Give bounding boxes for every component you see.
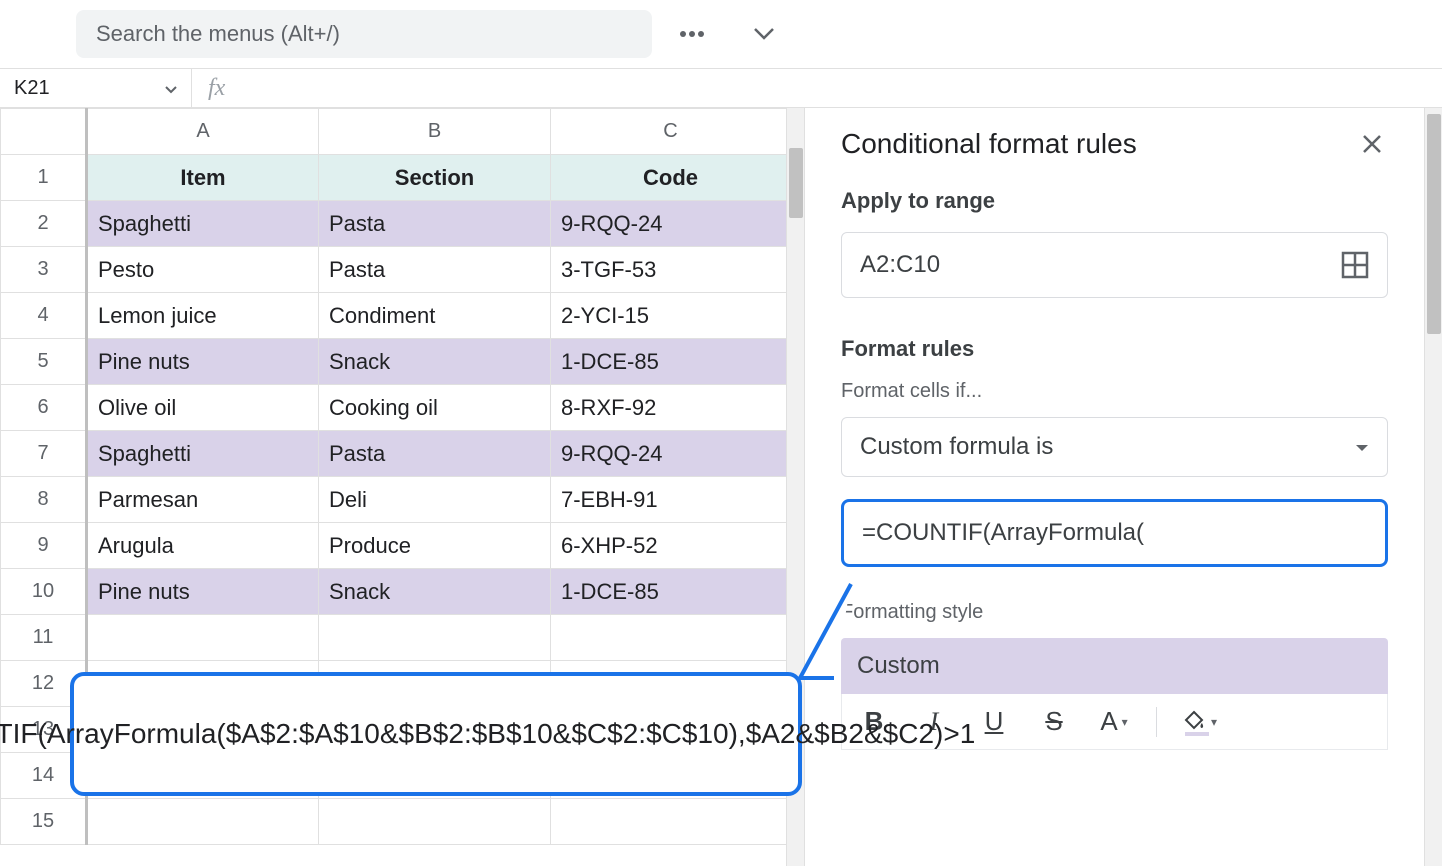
sidebar-title: Conditional format rules — [841, 128, 1137, 160]
formula-text: =COUNTIF(ArrayFormula( — [862, 519, 1144, 547]
cell[interactable]: 2-YCI-15 — [551, 293, 791, 339]
dropdown-caret-icon — [1355, 433, 1369, 461]
cell[interactable]: Spaghetti — [87, 201, 319, 247]
cell[interactable] — [551, 799, 791, 845]
cell[interactable]: Parmesan — [87, 477, 319, 523]
more-icon[interactable] — [668, 10, 716, 58]
name-box[interactable]: K21 — [0, 69, 192, 107]
name-box-chevron-icon[interactable] — [165, 77, 177, 100]
style-preview[interactable]: Custom — [841, 638, 1388, 694]
toolbar-separator — [1156, 707, 1157, 737]
cell[interactable]: 9-RQQ-24 — [551, 201, 791, 247]
select-all-corner[interactable] — [1, 109, 87, 155]
column-header-A[interactable]: A — [87, 109, 319, 155]
cell[interactable]: 1-DCE-85 — [551, 569, 791, 615]
cell[interactable] — [319, 615, 551, 661]
row-header[interactable]: 9 — [1, 523, 87, 569]
callout-pointer — [796, 582, 856, 692]
cell[interactable]: 8-RXF-92 — [551, 385, 791, 431]
cell[interactable]: Condiment — [319, 293, 551, 339]
row-header[interactable]: 5 — [1, 339, 87, 385]
column-header-B[interactable]: B — [319, 109, 551, 155]
formatting-style-label: Formatting style — [841, 601, 1388, 624]
cell[interactable] — [319, 799, 551, 845]
format-rules-label: Format rules — [841, 336, 1388, 362]
text-color-button[interactable]: A▾ — [1096, 704, 1132, 740]
custom-formula-input[interactable]: =COUNTIF(ArrayFormula( — [841, 499, 1388, 567]
cell[interactable]: Pesto — [87, 247, 319, 293]
row-header[interactable]: 7 — [1, 431, 87, 477]
row-header[interactable]: 15 — [1, 799, 87, 845]
cell[interactable]: 9-RQQ-24 — [551, 431, 791, 477]
cell[interactable]: Pasta — [319, 431, 551, 477]
row-header[interactable]: 6 — [1, 385, 87, 431]
row-header[interactable]: 3 — [1, 247, 87, 293]
cell[interactable]: 7-EBH-91 — [551, 477, 791, 523]
cell[interactable]: Olive oil — [87, 385, 319, 431]
menu-search-input[interactable]: Search the menus (Alt+/) — [76, 10, 652, 58]
cell[interactable]: Pasta — [319, 201, 551, 247]
row-header[interactable]: 1 — [1, 155, 87, 201]
cell[interactable]: Produce — [319, 523, 551, 569]
formula-input[interactable] — [241, 69, 1442, 107]
cell[interactable]: Pine nuts — [87, 339, 319, 385]
formula-callout: =COUNTIF(ArrayFormula($A$2:$A$10&$B$2:$B… — [70, 672, 802, 796]
cell[interactable]: Snack — [319, 339, 551, 385]
row-header[interactable]: 8 — [1, 477, 87, 523]
format-cells-if-label: Format cells if... — [841, 380, 1388, 403]
cell[interactable]: Item — [87, 155, 319, 201]
cell[interactable]: Spaghetti — [87, 431, 319, 477]
row-header[interactable]: 11 — [1, 615, 87, 661]
range-value: A2:C10 — [860, 251, 940, 279]
cell[interactable]: Snack — [319, 569, 551, 615]
range-input[interactable]: A2:C10 — [841, 232, 1388, 298]
close-icon[interactable] — [1356, 128, 1388, 160]
cell[interactable]: 3-TGF-53 — [551, 247, 791, 293]
cell[interactable] — [87, 615, 319, 661]
row-header[interactable]: 2 — [1, 201, 87, 247]
row-header[interactable]: 10 — [1, 569, 87, 615]
cell[interactable]: Section — [319, 155, 551, 201]
top-toolbar: Search the menus (Alt+/) — [0, 0, 1442, 68]
condition-value: Custom formula is — [860, 433, 1053, 461]
row-header[interactable]: 4 — [1, 293, 87, 339]
fill-color-button[interactable]: ▾ — [1181, 704, 1217, 740]
callout-text: =COUNTIF(ArrayFormula($A$2:$A$10&$B$2:$B… — [0, 714, 975, 755]
apply-to-range-label: Apply to range — [841, 188, 1388, 214]
cell[interactable] — [551, 615, 791, 661]
strikethrough-button[interactable]: S — [1036, 704, 1072, 740]
cell[interactable]: Pine nuts — [87, 569, 319, 615]
cell[interactable]: Pasta — [319, 247, 551, 293]
underline-button[interactable]: U — [976, 704, 1012, 740]
sidebar-scrollbar[interactable] — [1424, 108, 1442, 866]
cell[interactable] — [87, 799, 319, 845]
chevron-down-icon[interactable] — [740, 10, 788, 58]
style-preview-text: Custom — [857, 652, 940, 680]
select-range-icon[interactable] — [1341, 251, 1369, 279]
cell[interactable]: Code — [551, 155, 791, 201]
cell-reference: K21 — [14, 77, 50, 100]
cell[interactable]: 1-DCE-85 — [551, 339, 791, 385]
fx-label: fx — [192, 75, 241, 102]
formula-bar: K21 fx — [0, 68, 1442, 108]
column-header-C[interactable]: C — [551, 109, 791, 155]
cell[interactable]: Cooking oil — [319, 385, 551, 431]
cell[interactable]: Lemon juice — [87, 293, 319, 339]
cell[interactable]: 6-XHP-52 — [551, 523, 791, 569]
cell[interactable]: Arugula — [87, 523, 319, 569]
cell[interactable]: Deli — [319, 477, 551, 523]
search-placeholder: Search the menus (Alt+/) — [96, 21, 340, 47]
condition-select[interactable]: Custom formula is — [841, 417, 1388, 477]
